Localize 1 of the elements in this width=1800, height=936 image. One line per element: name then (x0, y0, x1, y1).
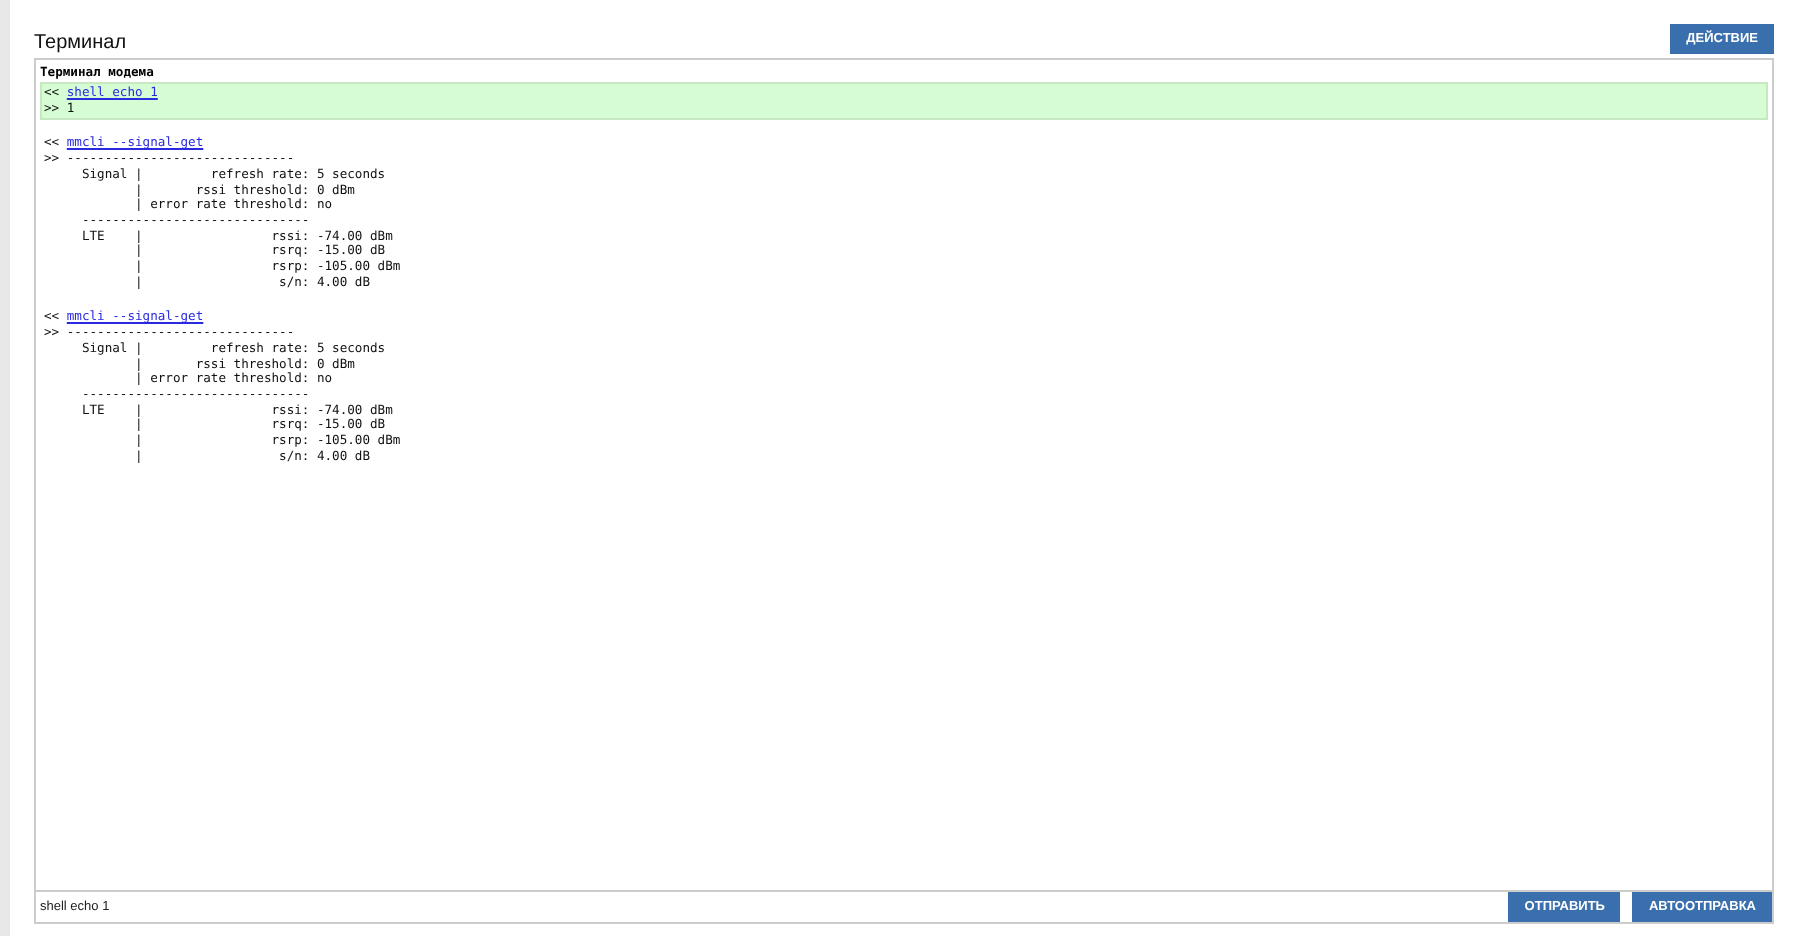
page-title: Терминал (34, 30, 127, 54)
